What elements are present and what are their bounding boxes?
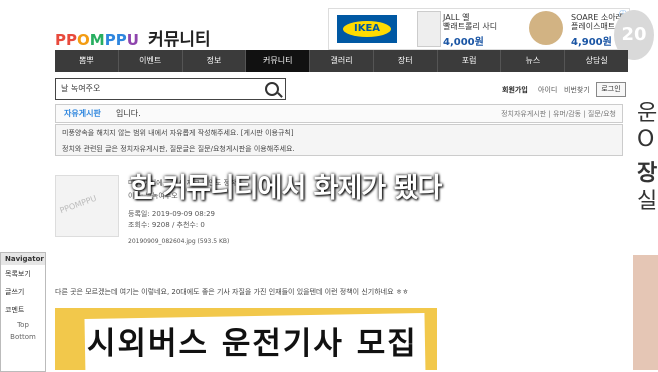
placemat-image: [529, 11, 563, 45]
nav-item[interactable]: 뽐뿌: [55, 50, 119, 72]
side-ad-text: 운: [637, 101, 658, 126]
search-icon[interactable]: [265, 82, 279, 96]
board-name[interactable]: 자유게시판: [64, 108, 101, 119]
search-box[interactable]: 날 녹여주오: [55, 78, 286, 100]
ad-item1-title: JALL 옐 빨래트롤리 사디: [443, 13, 498, 31]
nav-item-active[interactable]: 커뮤니티: [246, 50, 311, 72]
ikea-logo: IKEA: [337, 15, 397, 43]
post-date: 등록일: 2019-09-09 08:29: [128, 210, 215, 218]
logo-part: PP: [104, 31, 127, 49]
search-input[interactable]: 날 녹여주오: [61, 83, 100, 94]
side-ad-text: O: [637, 127, 655, 152]
navigator-title: Navigator: [1, 253, 45, 265]
nav-item[interactable]: 정보: [183, 50, 247, 72]
thumbnail-text: PPOMPPU: [58, 193, 98, 216]
attached-file[interactable]: 20190909_082604.jpg (593.5 KB): [128, 238, 229, 245]
board-header: 자유게시판 입니다. 정치자유게시판 | 유머/감동 | 질문/요청: [55, 104, 623, 123]
main-nav: 뽐뿌 이벤트 정보 커뮤니티 갤러리 장터 포럼 뉴스 상담실: [55, 50, 628, 72]
logo-subtitle: 커뮤니티: [148, 30, 211, 50]
logo-part: O: [77, 31, 90, 49]
poster-text: 시외버스 운전기사 모집: [87, 326, 418, 362]
logo-part: U: [126, 31, 139, 49]
logo-part: PP: [55, 31, 77, 49]
nav-item[interactable]: 장터: [374, 50, 438, 72]
banner-ad[interactable]: IKEA JALL 옐 빨래트롤리 사디 4,000원 SOARE 소아레 플레…: [328, 8, 630, 50]
site-logo[interactable]: PPOMPPU 커뮤니티: [55, 25, 211, 50]
find-password-link[interactable]: 비번찾기: [564, 85, 590, 95]
navigator-bottom-button[interactable]: Bottom: [1, 331, 45, 343]
trolley-image: [417, 11, 441, 47]
nav-item[interactable]: 상담실: [565, 50, 628, 72]
find-id-link[interactable]: 아이디: [538, 85, 557, 95]
signup-link[interactable]: 회원가입: [502, 85, 528, 95]
notice-line: 정치와 관련된 글은 정치자유게시판, 질문글은 질문/요청게시판을 이용해주세…: [62, 145, 295, 153]
post-stats: 조회수: 9208 / 추천수: 0: [128, 221, 205, 229]
nav-item[interactable]: 갤러리: [310, 50, 374, 72]
nav-item[interactable]: 뉴스: [501, 50, 566, 72]
navigator-comment-button[interactable]: 코멘트: [1, 301, 45, 319]
ad-item2-price: 4,900원: [571, 37, 612, 48]
board-links[interactable]: 정치자유게시판 | 유머/감동 | 질문/요청: [501, 109, 616, 119]
side-ad-text: 실: [637, 189, 658, 214]
navigator-panel: Navigator 목록보기 글쓰기 코멘트 Top Bottom: [0, 252, 46, 372]
ad-item1-price: 4,000원: [443, 37, 484, 48]
notice-line: 미풍양속을 해치지 않는 범위 내에서 자유롭게 작성해주세요. [게시판 이용…: [62, 129, 294, 137]
side-ad-image: [633, 255, 658, 370]
board-suffix: 입니다.: [116, 109, 141, 118]
navigator-top-button[interactable]: Top: [1, 319, 45, 331]
logo-part: M: [89, 31, 105, 49]
nav-item[interactable]: 이벤트: [119, 50, 183, 72]
ikea-logo-text: IKEA: [343, 21, 391, 37]
nav-item[interactable]: 포럼: [438, 50, 502, 72]
login-button[interactable]: 로그인: [596, 82, 626, 97]
board-notice: 미풍양속을 해치지 않는 범위 내에서 자유롭게 작성해주세요. [게시판 이용…: [55, 124, 623, 156]
post-body: 다른 곳은 모르겠는데 여기는 이렇네요, 20대에도 좋은 기사 자질을 가진…: [55, 288, 409, 296]
video-caption: 한 커뮤니티에서 화제가 됐다: [130, 173, 442, 204]
side-ad[interactable]: 운 O 장 실: [633, 75, 658, 370]
author-thumbnail: PPOMPPU: [55, 175, 119, 237]
navigator-list-button[interactable]: 목록보기: [1, 265, 45, 283]
navigator-write-button[interactable]: 글쓰기: [1, 283, 45, 301]
post-photo: 시외버스 운전기사 모집: [55, 308, 437, 370]
